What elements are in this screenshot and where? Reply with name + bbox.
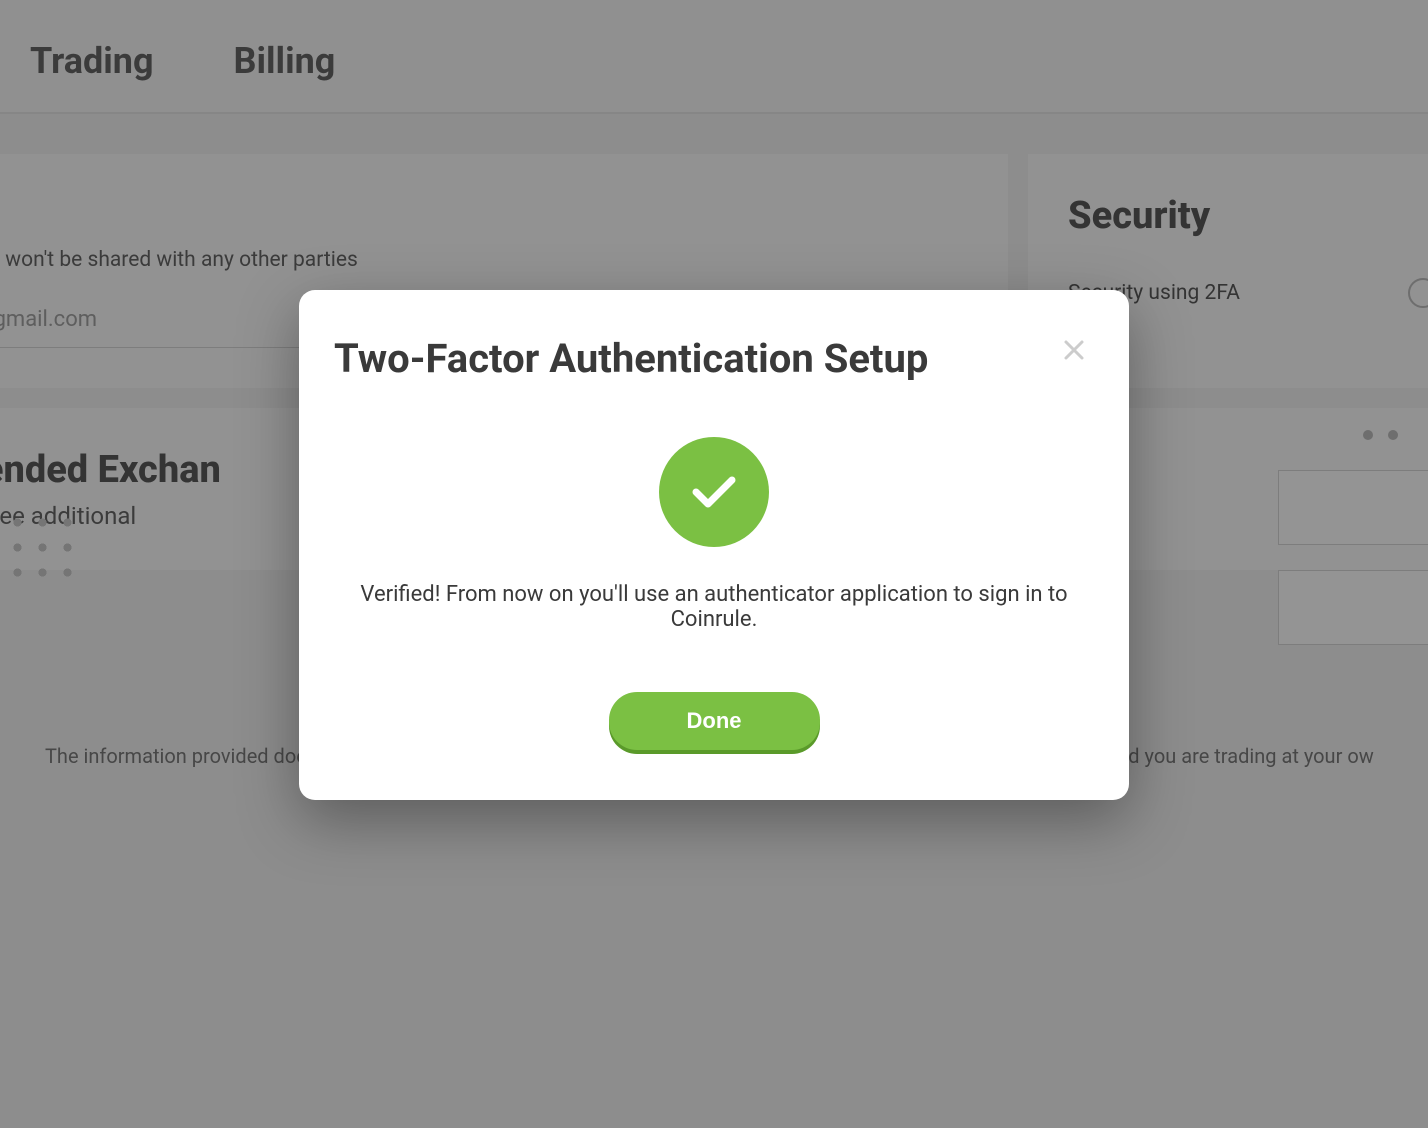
modal-message: Verified! From now on you'll use an auth… [334,582,1094,632]
close-icon [1062,338,1086,362]
modal-body: Verified! From now on you'll use an auth… [334,382,1094,750]
modal-overlay: Two-Factor Authentication Setup Verified… [0,0,1428,1128]
success-indicator [659,437,769,547]
checkmark-icon [690,472,738,512]
done-button[interactable]: Done [609,692,820,750]
close-button[interactable] [1059,335,1089,365]
two-factor-modal: Two-Factor Authentication Setup Verified… [299,290,1129,800]
modal-title: Two-Factor Authentication Setup [334,335,1094,382]
